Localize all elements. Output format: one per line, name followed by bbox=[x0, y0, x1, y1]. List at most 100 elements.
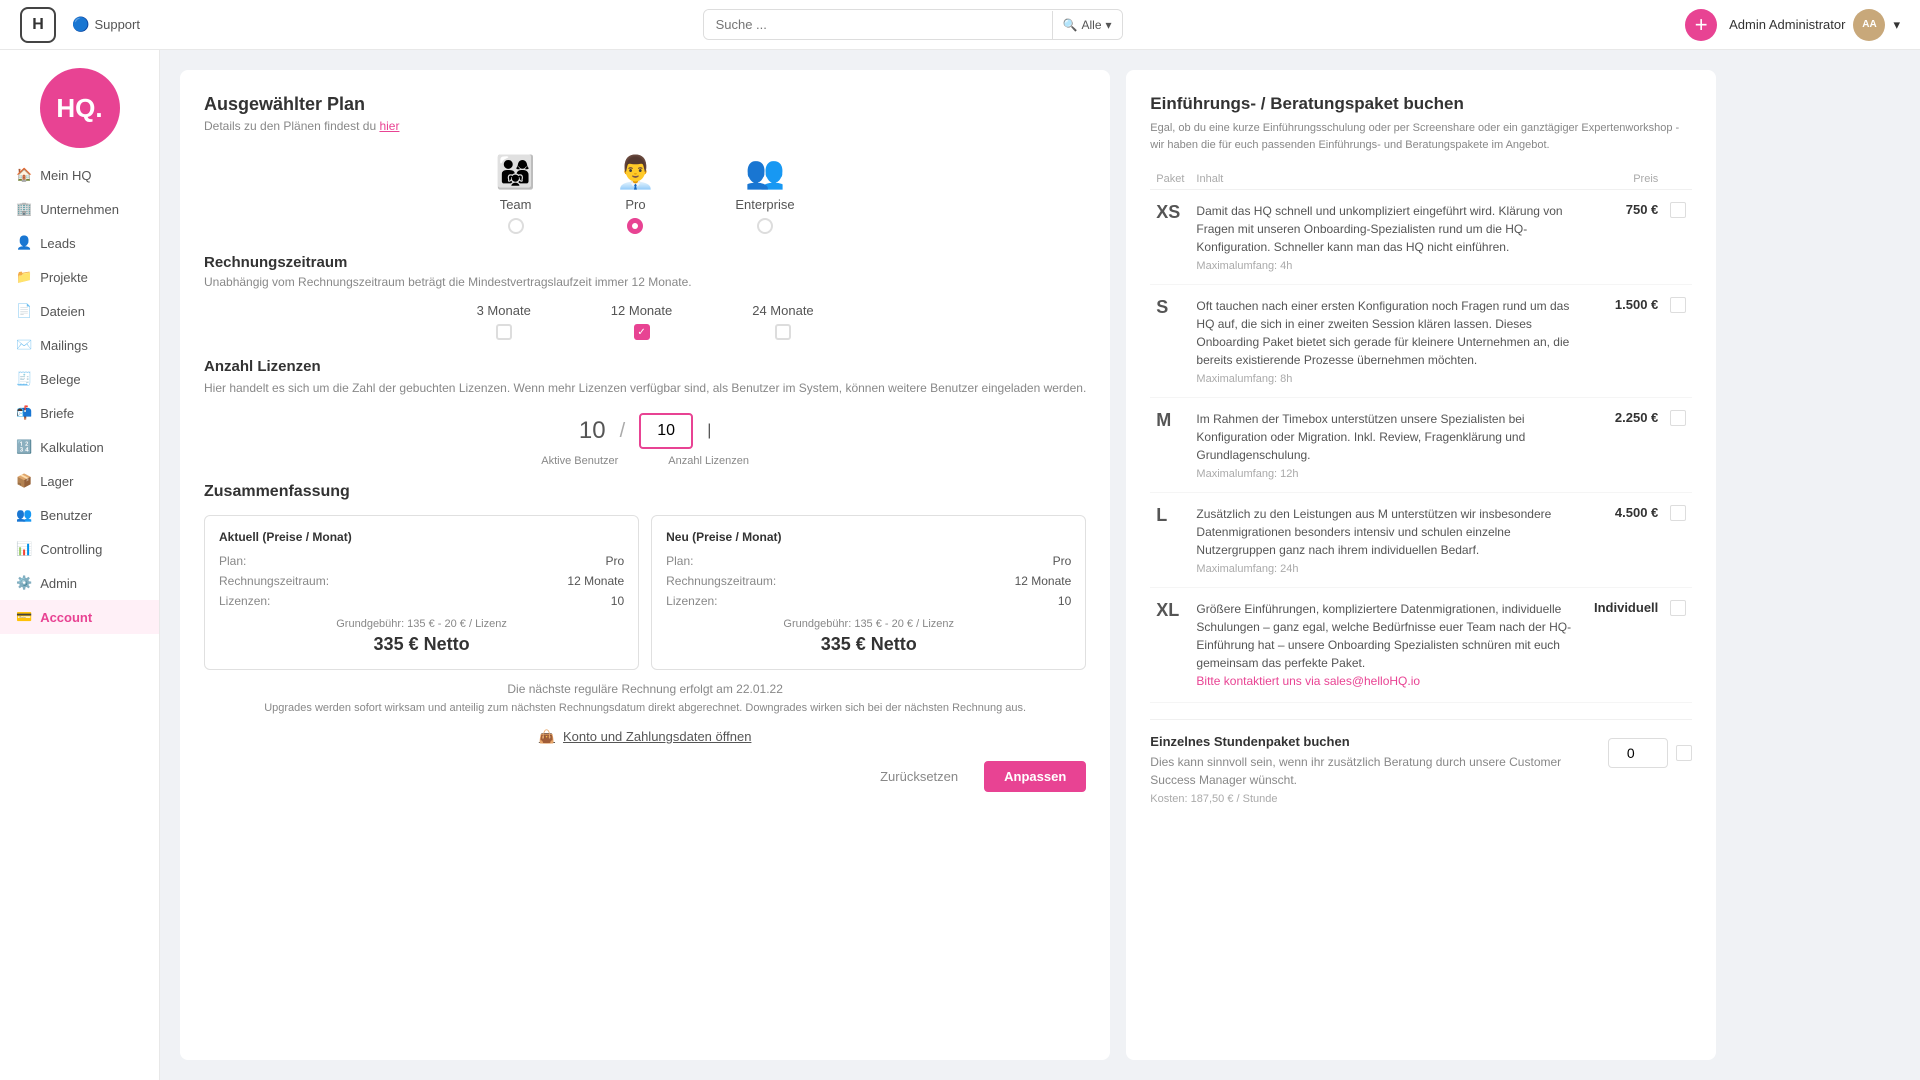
sidebar-item-belege[interactable]: 🧾 Belege bbox=[0, 362, 159, 396]
upgrade-info-text: Upgrades werden sofort wirksam und antei… bbox=[204, 700, 1086, 717]
checkbox-m[interactable] bbox=[1670, 410, 1686, 426]
new-billing-label: Rechnungszeitraum: bbox=[666, 574, 776, 588]
billing-3m-checkbox[interactable] bbox=[496, 324, 512, 340]
licenses-section-title: Anzahl Lizenzen bbox=[204, 358, 1086, 375]
slash-separator: / bbox=[620, 420, 626, 443]
billing-12m-checkbox[interactable]: ✓ bbox=[634, 324, 650, 340]
current-billing-value: 12 Monate bbox=[567, 574, 624, 588]
sidebar-item-dateien[interactable]: 📄 Dateien bbox=[0, 294, 159, 328]
checkbox-xl[interactable] bbox=[1670, 600, 1686, 616]
search-button[interactable]: 🔍 Alle ▾ bbox=[1052, 11, 1122, 39]
letter-icon: 📬 bbox=[16, 405, 32, 421]
wallet-link[interactable]: 👜 Konto und Zahlungsdaten öffnen bbox=[204, 729, 1086, 745]
checkbox-l[interactable] bbox=[1670, 505, 1686, 521]
desc-l: Zusätzlich zu den Leistungen aus M unter… bbox=[1190, 493, 1588, 588]
desc-m: Im Rahmen der Timebox unterstützen unser… bbox=[1190, 398, 1588, 493]
plan-option-team[interactable]: 👨‍👩‍👧 Team bbox=[496, 153, 536, 234]
license-count-input[interactable] bbox=[639, 413, 693, 449]
col-checkbox bbox=[1664, 169, 1692, 190]
xl-contact-link[interactable]: Bitte kontaktiert uns via sales@helloHQ.… bbox=[1196, 674, 1420, 688]
table-row: XS Damit das HQ schnell und unkomplizier… bbox=[1150, 190, 1692, 285]
sidebar-item-kalkulation[interactable]: 🔢 Kalkulation bbox=[0, 430, 159, 464]
hours-input[interactable] bbox=[1608, 738, 1668, 768]
chevron-down-icon: ▾ bbox=[1106, 18, 1112, 32]
anzahl-lizenzen-label: Anzahl Lizenzen bbox=[668, 455, 749, 467]
plan-pro-label: Pro bbox=[625, 197, 645, 212]
sidebar-item-admin[interactable]: ⚙️ Admin bbox=[0, 566, 159, 600]
table-row: M Im Rahmen der Timebox unterstützen uns… bbox=[1150, 398, 1692, 493]
billing-section-title: Rechnungszeitraum bbox=[204, 254, 1086, 271]
new-plan-label: Plan: bbox=[666, 554, 693, 568]
plan-pro-radio[interactable] bbox=[627, 218, 643, 234]
leads-icon: 👤 bbox=[16, 235, 32, 251]
search-bar: 🔍 Alle ▾ bbox=[703, 9, 1123, 40]
plan-enterprise-label: Enterprise bbox=[735, 197, 794, 212]
search-icon: 🔍 bbox=[1063, 18, 1078, 32]
new-plan-value: Pro bbox=[1053, 554, 1072, 568]
checkbox-s[interactable] bbox=[1670, 297, 1686, 313]
sidebar: HQ. 🏠 Mein HQ 🏢 Unternehmen 👤 Leads 📁 Pr… bbox=[0, 50, 160, 1080]
pro-icon: 👨‍💼 bbox=[616, 153, 656, 191]
billing-3m-label: 3 Monate bbox=[477, 303, 531, 318]
sidebar-item-unternehmen[interactable]: 🏢 Unternehmen bbox=[0, 192, 159, 226]
hours-checkbox[interactable] bbox=[1676, 745, 1692, 761]
new-price: 335 € Netto bbox=[666, 634, 1071, 655]
support-link[interactable]: 🔵 Support bbox=[72, 16, 140, 33]
billing-12m-label: 12 Monate bbox=[611, 303, 672, 318]
current-plan-label: Plan: bbox=[219, 554, 246, 568]
sidebar-item-leads[interactable]: 👤 Leads bbox=[0, 226, 159, 260]
price-s: 1.500 € bbox=[1588, 285, 1664, 398]
plan-card-title: Ausgewählter Plan bbox=[204, 94, 1086, 115]
new-grundgeb: Grundgebühr: 135 € - 20 € / Lizenz bbox=[666, 618, 1071, 630]
plan-team-radio[interactable] bbox=[508, 218, 524, 234]
mail-icon: ✉️ bbox=[16, 337, 32, 353]
wallet-icon: 👜 bbox=[539, 729, 555, 745]
company-icon: 🏢 bbox=[16, 201, 32, 217]
search-input[interactable] bbox=[704, 10, 1052, 39]
account-icon: 💳 bbox=[16, 609, 32, 625]
controlling-icon: 📊 bbox=[16, 541, 32, 557]
new-billing-value: 12 Monate bbox=[1015, 574, 1072, 588]
sidebar-item-benutzer[interactable]: 👥 Benutzer bbox=[0, 498, 159, 532]
billing-option-12m[interactable]: 12 Monate ✓ bbox=[611, 303, 672, 340]
user-avatar: AA bbox=[1853, 9, 1885, 41]
hours-cost: Kosten: 187,50 € / Stunde bbox=[1150, 793, 1596, 805]
warehouse-icon: 📦 bbox=[16, 473, 32, 489]
billing-option-24m[interactable]: 24 Monate bbox=[752, 303, 813, 340]
summary-current-box: Aktuell (Preise / Monat) Plan: Pro Rechn… bbox=[204, 515, 639, 670]
support-icon: 🔵 bbox=[72, 16, 89, 33]
price-xs: 750 € bbox=[1588, 190, 1664, 285]
sidebar-item-projekte[interactable]: 📁 Projekte bbox=[0, 260, 159, 294]
size-l: L bbox=[1150, 493, 1190, 588]
plan-option-pro[interactable]: 👨‍💼 Pro bbox=[616, 153, 656, 234]
sidebar-item-briefe[interactable]: 📬 Briefe bbox=[0, 396, 159, 430]
add-button[interactable]: + bbox=[1685, 9, 1717, 41]
plan-enterprise-radio[interactable] bbox=[757, 218, 773, 234]
reset-button[interactable]: Zurücksetzen bbox=[864, 761, 974, 792]
team-icon: 👨‍👩‍👧 bbox=[496, 153, 536, 191]
consulting-card: Einführungs- / Beratungspaket buchen Ega… bbox=[1126, 70, 1716, 1060]
checkbox-xs[interactable] bbox=[1670, 202, 1686, 218]
desc-xs: Damit das HQ schnell und unkompliziert e… bbox=[1190, 190, 1588, 285]
sidebar-item-controlling[interactable]: 📊 Controlling bbox=[0, 532, 159, 566]
sidebar-item-mailings[interactable]: ✉️ Mailings bbox=[0, 328, 159, 362]
billing-24m-checkbox[interactable] bbox=[775, 324, 791, 340]
plan-option-enterprise[interactable]: 👥 Enterprise bbox=[735, 153, 794, 234]
table-row: XL Größere Einführungen, kompliziertere … bbox=[1150, 588, 1692, 703]
sidebar-item-account[interactable]: 💳 Account bbox=[0, 600, 159, 634]
home-icon: 🏠 bbox=[16, 167, 32, 183]
billing-24m-label: 24 Monate bbox=[752, 303, 813, 318]
current-licenses-value: 10 bbox=[611, 594, 624, 608]
billing-option-3m[interactable]: 3 Monate bbox=[477, 303, 531, 340]
summary-current-title: Aktuell (Preise / Monat) bbox=[219, 530, 624, 544]
topbar-logo: H bbox=[20, 7, 56, 43]
summary-title: Zusammenfassung bbox=[204, 483, 1086, 501]
sidebar-item-lager[interactable]: 📦 Lager bbox=[0, 464, 159, 498]
new-licenses-value: 10 bbox=[1058, 594, 1071, 608]
user-menu[interactable]: Admin Administrator AA ▾ bbox=[1729, 9, 1900, 41]
plan-subtitle-link[interactable]: hier bbox=[379, 119, 399, 133]
table-row: L Zusätzlich zu den Leistungen aus M unt… bbox=[1150, 493, 1692, 588]
sidebar-item-mein-hq[interactable]: 🏠 Mein HQ bbox=[0, 158, 159, 192]
col-preis: Preis bbox=[1588, 169, 1664, 190]
apply-button[interactable]: Anpassen bbox=[984, 761, 1086, 792]
